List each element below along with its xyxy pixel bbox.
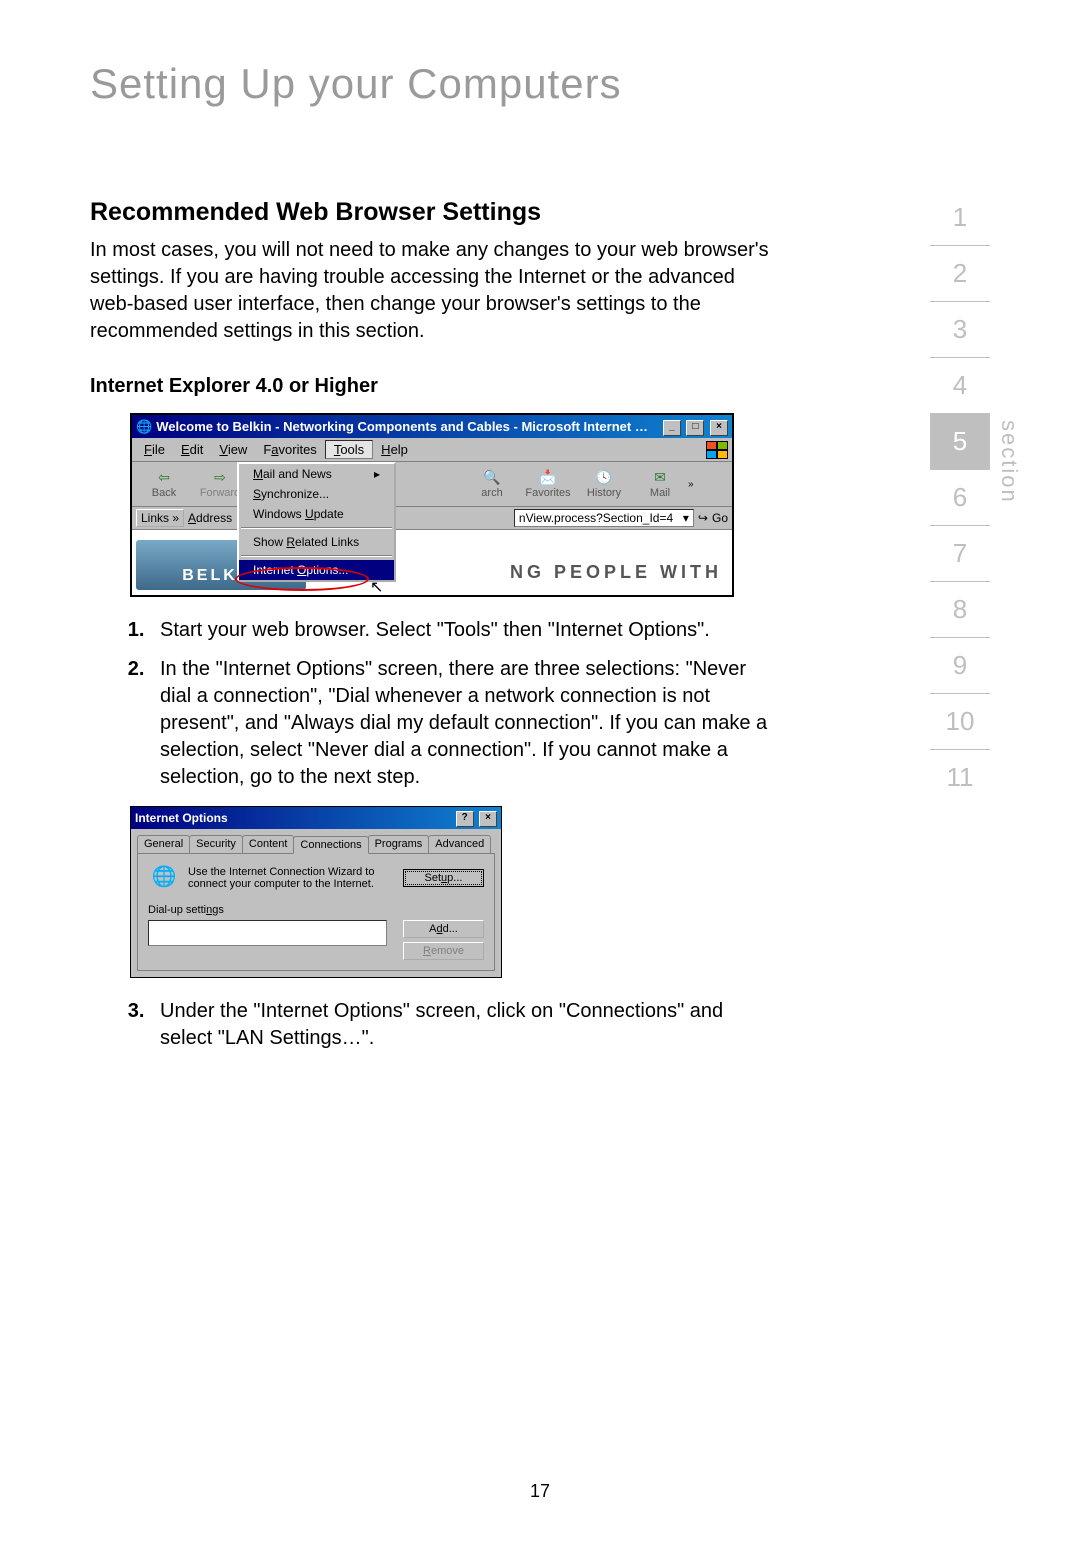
close-icon[interactable]: × (710, 420, 728, 436)
nav-8[interactable]: 8 (930, 582, 990, 638)
red-highlight-circle (235, 567, 369, 591)
nav-10[interactable]: 10 (930, 694, 990, 750)
setup-button[interactable]: Setup... (403, 869, 484, 887)
favorites-button[interactable]: 📩Favorites (520, 469, 576, 499)
remove-button[interactable]: Remove (403, 942, 484, 960)
go-icon[interactable]: ↪ (698, 511, 708, 525)
cursor-icon: ↖ (370, 577, 383, 597)
menu-help[interactable]: Help (373, 441, 416, 458)
tools-dropdown: Mail and News▸ Synchronize... Windows Up… (237, 462, 396, 582)
tab-security[interactable]: Security (189, 835, 243, 853)
mail-button[interactable]: ✉Mail (632, 469, 688, 499)
windows-flag-icon (706, 441, 728, 459)
step-1: Start your web browser. Select "Tools" t… (150, 617, 770, 644)
ie-titlebar: 🌐 Welcome to Belkin - Networking Compone… (132, 415, 732, 438)
address-bar-row: Links » Address 📄 http://cat nView.proce… (132, 507, 732, 530)
menu-tools[interactable]: Tools (325, 440, 373, 459)
toolbar: ⇦Back ⇨Forward ⊗Stop 🔍arch 📩Favorites 🕓H… (132, 462, 732, 507)
ie-icon: 🌐 (136, 419, 152, 435)
nav-6[interactable]: 6 (930, 470, 990, 526)
step-2: In the "Internet Options" screen, there … (150, 656, 770, 791)
steps-list-2: Under the "Internet Options" screen, cli… (90, 998, 770, 1052)
banner-text: NG PEOPLE WITH (510, 562, 722, 583)
minimize-icon[interactable]: _ (663, 420, 681, 436)
nav-1[interactable]: 1 (930, 190, 990, 246)
back-button[interactable]: ⇦Back (136, 469, 192, 499)
chevron-down-icon[interactable]: ▾ (683, 511, 689, 525)
search-button[interactable]: 🔍arch (464, 469, 520, 499)
maximize-icon[interactable]: □ (686, 420, 704, 436)
section-label: section (996, 420, 1022, 504)
steps-list: Start your web browser. Select "Tools" t… (90, 617, 770, 791)
wizard-text: Use the Internet Connection Wizard to co… (188, 866, 395, 890)
menu-file[interactable]: File (136, 441, 173, 458)
help-icon[interactable]: ? (456, 811, 474, 827)
internet-options-screenshot: Internet Options ? × General Security Co… (130, 806, 502, 978)
menu-favorites[interactable]: Favorites (255, 441, 324, 458)
browser-viewport: BELKIN NG PEOPLE WITH (132, 530, 732, 595)
menu-mail-news[interactable]: Mail and News▸ (239, 464, 394, 484)
nav-9[interactable]: 9 (930, 638, 990, 694)
menu-bar: File Edit View Favorites Tools Help (132, 438, 732, 462)
intro-paragraph: In most cases, you will not need to make… (90, 237, 770, 345)
tab-programs[interactable]: Programs (368, 835, 430, 853)
menu-synchronize[interactable]: Synchronize... (239, 484, 394, 504)
dialup-listbox[interactable] (148, 920, 387, 946)
address-label: Address (188, 511, 232, 525)
history-button[interactable]: 🕓History (576, 469, 632, 499)
page-number: 17 (530, 1481, 550, 1502)
ie-screenshot: 🌐 Welcome to Belkin - Networking Compone… (130, 413, 770, 597)
io-tabs: General Security Content Connections Pro… (131, 829, 501, 853)
section-nav: 1 2 3 4 5 6 7 8 9 10 11 (930, 190, 990, 805)
heading-ie: Internet Explorer 4.0 or Higher (90, 375, 770, 398)
address-field-2[interactable]: nView.process?Section_Id=4▾ (514, 509, 694, 527)
menu-windows-update[interactable]: Windows Update (239, 504, 394, 524)
window-controls[interactable]: _ □ × (661, 417, 728, 436)
go-button[interactable]: Go (712, 511, 728, 525)
nav-3[interactable]: 3 (930, 302, 990, 358)
heading-recommended: Recommended Web Browser Settings (90, 198, 770, 227)
dialup-label: Dial-up settings (148, 904, 484, 916)
tab-advanced[interactable]: Advanced (428, 835, 491, 853)
step-3: Under the "Internet Options" screen, cli… (150, 998, 770, 1052)
nav-11[interactable]: 11 (930, 750, 990, 805)
add-button[interactable]: Add... (403, 920, 484, 938)
io-titlebar: Internet Options ? × (131, 807, 501, 829)
tab-content[interactable]: Content (242, 835, 295, 853)
menu-edit[interactable]: Edit (173, 441, 211, 458)
menu-view[interactable]: View (211, 441, 255, 458)
nav-2[interactable]: 2 (930, 246, 990, 302)
tab-general[interactable]: General (137, 835, 190, 853)
nav-5[interactable]: 5 (930, 414, 990, 470)
links-button[interactable]: Links » (136, 509, 184, 527)
tab-connections[interactable]: Connections (293, 836, 368, 854)
globe-wizard-icon: 🌐 (148, 864, 180, 892)
menu-related-links[interactable]: Show Related Links (239, 532, 394, 552)
close-icon[interactable]: × (479, 811, 497, 827)
io-title: Internet Options (135, 811, 454, 825)
nav-7[interactable]: 7 (930, 526, 990, 582)
nav-4[interactable]: 4 (930, 358, 990, 414)
page-title: Setting Up your Computers (90, 60, 990, 108)
window-title: Welcome to Belkin - Networking Component… (156, 419, 661, 434)
